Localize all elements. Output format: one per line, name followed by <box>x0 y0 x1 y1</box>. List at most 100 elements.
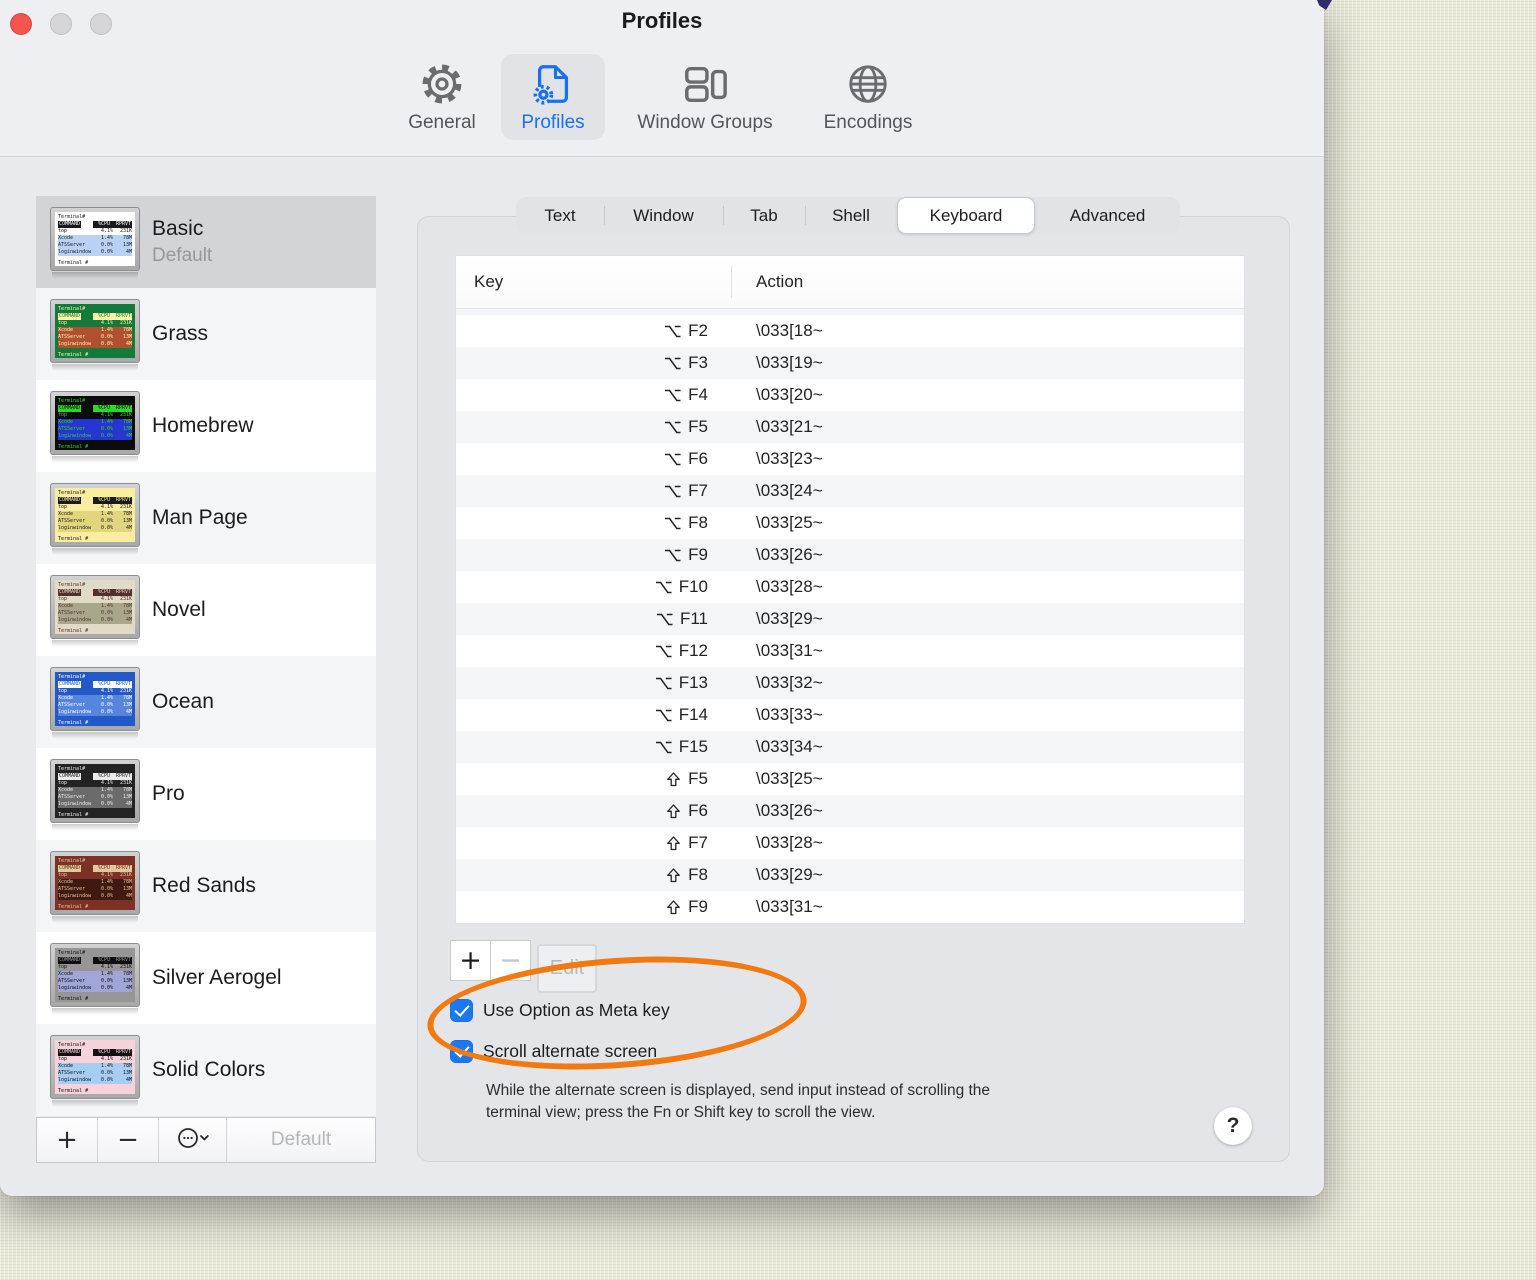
profile-thumbnail: Terminal# COMMAND %CPU RPRVT top 4.1% 231K Xcod… <box>50 943 140 1007</box>
key-label: F7 <box>688 481 708 500</box>
toolbar-item-window-groups[interactable]: Window Groups <box>620 54 790 140</box>
profile-name: Basic <box>152 217 204 240</box>
keymap-row[interactable]: F6 \033[23~ <box>456 443 1244 475</box>
keymap-row[interactable]: F4 \033[20~ <box>456 379 1244 411</box>
keymap-row[interactable]: F3 \033[19~ <box>456 347 1244 379</box>
more-options-button[interactable] <box>159 1118 227 1162</box>
gear-icon <box>419 61 465 112</box>
keymap-row[interactable]: F9 \033[31~ <box>456 891 1244 923</box>
option-key-icon <box>665 453 681 465</box>
keymap-row[interactable]: F6 \033[26~ <box>456 795 1244 827</box>
action-label: \033[24~ <box>756 481 823 500</box>
toolbar-label: Window Groups <box>637 112 773 133</box>
keymap-row[interactable]: F9 \033[26~ <box>456 539 1244 571</box>
profile-item-grass[interactable]: Terminal# COMMAND %CPU RPRVT top 4.1% 231K Xcod… <box>36 288 376 380</box>
preferences-window: Profiles General Profiles Window Groups … <box>0 0 1324 1196</box>
use-option-as-meta-row: Use Option as Meta key <box>450 997 670 1023</box>
key-label: F8 <box>688 865 708 884</box>
profile-list: Terminal# COMMAND %CPU RPRVT top 4.1% 231K Xcod… <box>36 196 376 1116</box>
shift-key-icon <box>667 771 681 786</box>
tab-text[interactable]: Text <box>516 197 604 234</box>
tab-advanced[interactable]: Advanced <box>1035 197 1180 234</box>
action-label: \033[25~ <box>756 513 823 532</box>
option-key-icon <box>665 549 681 561</box>
checkbox-use-option-as-meta[interactable] <box>450 998 473 1022</box>
profile-item-solid-colors[interactable]: Terminal# COMMAND %CPU RPRVT top 4.1% 231K Xcod… <box>36 1024 376 1116</box>
key-label: F11 <box>679 609 708 628</box>
profile-name: Novel <box>152 598 206 621</box>
keymap-row[interactable]: F14 \033[33~ <box>456 699 1244 731</box>
help-button[interactable]: ? <box>1214 1107 1252 1145</box>
profile-name: Silver Aerogel <box>152 966 282 989</box>
minus-icon: − <box>117 1125 139 1155</box>
option-key-icon <box>665 325 681 337</box>
tab-shell[interactable]: Shell <box>805 197 897 234</box>
column-header-action[interactable]: Action <box>731 272 803 292</box>
keymap-row[interactable]: F8 \033[29~ <box>456 859 1244 891</box>
keymap-row[interactable]: F10 \033[28~ <box>456 571 1244 603</box>
profile-item-homebrew[interactable]: Terminal# COMMAND %CPU RPRVT top 4.1% 231K Xcod… <box>36 380 376 472</box>
profile-item-man-page[interactable]: Terminal# COMMAND %CPU RPRVT top 4.1% 231K Xcod… <box>36 472 376 564</box>
checkbox-scroll-alternate-screen[interactable] <box>450 1039 473 1063</box>
action-label: \033[21~ <box>756 417 823 436</box>
window-title: Profiles <box>621 8 703 33</box>
keymap-row[interactable]: F2 \033[18~ <box>456 315 1244 347</box>
key-label: F15 <box>678 737 708 756</box>
keymap-row[interactable]: F8 \033[25~ <box>456 507 1244 539</box>
key-label: F9 <box>688 545 708 564</box>
toolbar-item-encodings[interactable]: Encodings <box>810 54 926 140</box>
keymap-row[interactable]: F5 \033[25~ <box>456 763 1244 795</box>
help-text-line: While the alternate screen is displayed,… <box>486 1082 991 1099</box>
profile-item-red-sands[interactable]: Terminal# COMMAND %CPU RPRVT top 4.1% 231K Xcod… <box>36 840 376 932</box>
action-label: \033[28~ <box>756 833 823 852</box>
profile-thumbnail: Terminal# COMMAND %CPU RPRVT top 4.1% 231K Xcod… <box>50 207 140 271</box>
key-label: F6 <box>688 801 708 820</box>
option-key-icon <box>655 677 672 689</box>
table-header: Key Action <box>456 256 1244 309</box>
profile-list-toolbar: + − Default <box>36 1117 376 1163</box>
profile-thumbnail: Terminal# COMMAND %CPU RPRVT top 4.1% 231K Xcod… <box>50 391 140 455</box>
action-label: \033[19~ <box>756 353 823 372</box>
key-label: F2 <box>688 321 708 340</box>
profile-item-silver-aerogel[interactable]: Terminal# COMMAND %CPU RPRVT top 4.1% 231K Xcod… <box>36 932 376 1024</box>
profile-item-ocean[interactable]: Terminal# COMMAND %CPU RPRVT top 4.1% 231K Xcod… <box>36 656 376 748</box>
keymap-row[interactable]: F7 \033[28~ <box>456 827 1244 859</box>
key-label: F13 <box>678 673 708 692</box>
profile-item-pro[interactable]: Terminal# COMMAND %CPU RPRVT top 4.1% 231K Xcod… <box>36 748 376 840</box>
keymap-row[interactable]: F15 \033[34~ <box>456 731 1244 763</box>
remove-keymap-button[interactable]: − <box>490 940 531 981</box>
option-key-icon <box>655 741 672 753</box>
action-label: \033[31~ <box>756 897 823 916</box>
tab-keyboard[interactable]: Keyboard <box>897 197 1035 234</box>
titlebar: Profiles General Profiles Window Groups … <box>0 0 1324 157</box>
profile-name: Man Page <box>152 506 248 529</box>
option-key-icon <box>665 517 681 529</box>
keymap-row[interactable]: F12 \033[31~ <box>456 635 1244 667</box>
add-keymap-button[interactable]: + <box>450 940 491 981</box>
keymap-row[interactable]: F11 \033[29~ <box>456 603 1244 635</box>
profile-item-basic[interactable]: Terminal# COMMAND %CPU RPRVT top 4.1% 231K Xcod… <box>36 196 376 288</box>
profile-item-novel[interactable]: Terminal# COMMAND %CPU RPRVT top 4.1% 231K Xcod… <box>36 564 376 656</box>
option-key-icon <box>655 581 672 593</box>
action-label: \033[26~ <box>756 801 823 820</box>
add-profile-button[interactable]: + <box>37 1118 98 1162</box>
action-label: \033[32~ <box>756 673 823 692</box>
keymap-row[interactable]: F13 \033[32~ <box>456 667 1244 699</box>
edit-keymap-button[interactable]: Edit <box>537 944 597 993</box>
tab-tab[interactable]: Tab <box>723 197 805 234</box>
profile-document-icon <box>530 61 576 112</box>
option-key-icon <box>665 389 681 401</box>
action-label: \033[28~ <box>756 577 823 596</box>
keymap-row[interactable]: F7 \033[24~ <box>456 475 1244 507</box>
shift-key-icon <box>667 835 681 850</box>
option-key-icon <box>665 485 681 497</box>
toolbar-item-profiles[interactable]: Profiles <box>501 54 605 140</box>
checkmark-icon <box>454 1000 470 1017</box>
tab-window[interactable]: Window <box>604 197 723 234</box>
keymap-row[interactable]: F5 \033[21~ <box>456 411 1244 443</box>
column-header-key[interactable]: Key <box>456 272 731 292</box>
key-label: F12 <box>678 641 708 660</box>
toolbar-item-general[interactable]: General <box>398 54 486 140</box>
table-body: F2 \033[18~ F3 \033[19~ F4 \033[20~ F5 \033[21~… <box>456 309 1244 923</box>
remove-profile-button[interactable]: − <box>98 1118 159 1162</box>
